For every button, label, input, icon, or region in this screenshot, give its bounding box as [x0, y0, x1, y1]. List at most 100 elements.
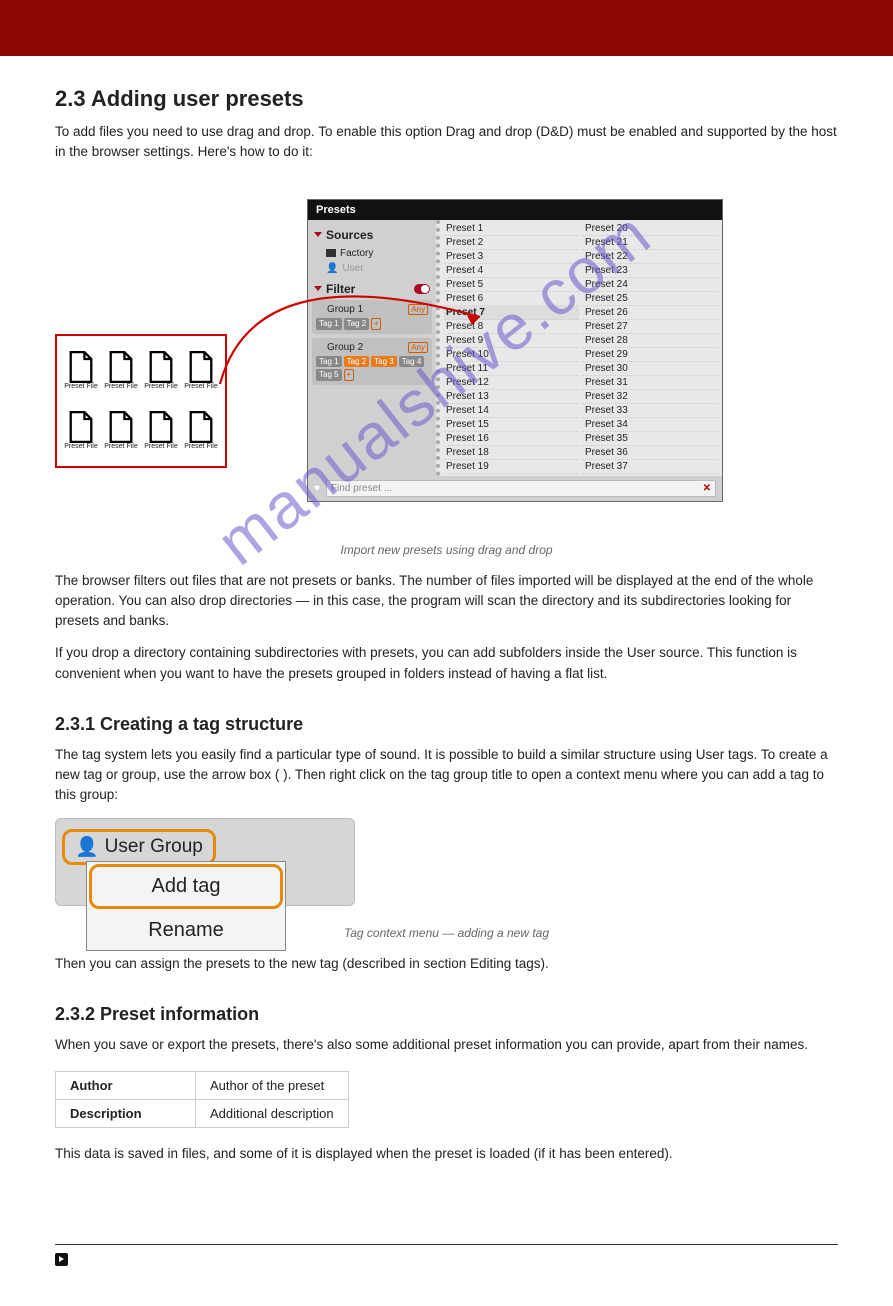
preset-item[interactable]: Preset 34 — [583, 418, 718, 432]
filter-label: Filter — [326, 282, 355, 296]
preset-item[interactable]: Preset 33 — [583, 404, 718, 418]
preset-file-icon: Preset File — [61, 342, 101, 400]
preset-item[interactable]: Preset 1 — [444, 222, 579, 236]
preset-item[interactable]: Preset 30 — [583, 362, 718, 376]
preset-file-label: Preset File — [64, 383, 97, 390]
preset-item[interactable]: Preset 31 — [583, 376, 718, 390]
preset-item[interactable]: Preset 20 — [583, 222, 718, 236]
preset-item[interactable]: Preset 11 — [444, 362, 579, 376]
preset-file-icon: Preset File — [181, 342, 221, 400]
preset-item[interactable]: Preset 6 — [444, 292, 579, 306]
preset-item[interactable]: Preset 29 — [583, 348, 718, 362]
preset-item[interactable]: Preset 21 — [583, 236, 718, 250]
preset-item[interactable]: Preset 13 — [444, 390, 579, 404]
preset-info-table: Author Author of the preset Description … — [55, 1071, 349, 1128]
table-row: Description Additional description — [56, 1100, 349, 1128]
folder-icon — [326, 249, 336, 257]
next-page-icon[interactable] — [55, 1253, 68, 1266]
user-group-label[interactable]: 👤 User Group — [62, 829, 216, 865]
preset-item[interactable]: Preset 14 — [444, 404, 579, 418]
preset-item[interactable]: Preset 2 — [444, 236, 579, 250]
preset-item[interactable]: Preset 15 — [444, 418, 579, 432]
info-val: Additional description — [196, 1100, 349, 1128]
preset-file-icon: Preset File — [61, 402, 101, 460]
preset-item[interactable]: Preset 3 — [444, 250, 579, 264]
preset-item[interactable]: Preset 32 — [583, 390, 718, 404]
preset-item[interactable]: Preset 27 — [583, 320, 718, 334]
ctx-rename[interactable]: Rename — [87, 911, 285, 950]
tag[interactable]: Tag 2 — [344, 318, 370, 330]
filter-toggle[interactable] — [414, 284, 430, 294]
factory-label: Factory — [340, 248, 373, 259]
favorite-icon[interactable]: ♥ — [314, 483, 320, 494]
preset-item[interactable]: Preset 5 — [444, 278, 579, 292]
preset-item[interactable]: Preset 22 — [583, 250, 718, 264]
preset-item[interactable]: Preset 35 — [583, 432, 718, 446]
folder-icon — [316, 344, 324, 350]
after-figure-text-1: The browser filters out files that are n… — [55, 571, 838, 632]
preset-file-icon: Preset File — [141, 342, 181, 400]
preset-item[interactable]: Preset 26 — [583, 306, 718, 320]
after-figure-text-2: If you drop a directory containing subdi… — [55, 643, 838, 684]
preset-file-icon: Preset File — [101, 402, 141, 460]
preset-item[interactable]: Preset 9 — [444, 334, 579, 348]
any-badge[interactable]: Any — [408, 304, 428, 315]
after-ctx-text: Then you can assign the presets to the n… — [55, 954, 838, 974]
preset-file-icon: Preset File — [141, 402, 181, 460]
clear-search-icon[interactable]: ✕ — [703, 483, 711, 494]
subsection-title: 2.3.1 Creating a tag structure — [55, 714, 838, 735]
preset-files-box: Preset File Preset File Preset File Pres… — [55, 334, 227, 468]
preset-item[interactable]: Preset 10 — [444, 348, 579, 362]
source-factory[interactable]: Factory — [312, 246, 432, 261]
tag[interactable]: Tag 3 — [371, 356, 397, 367]
info-key: Description — [56, 1100, 196, 1128]
info-val: Author of the preset — [196, 1072, 349, 1100]
preset-item[interactable]: Preset 28 — [583, 334, 718, 348]
preset-item[interactable]: Preset 8 — [444, 320, 579, 334]
preset-item[interactable]: Preset 23 — [583, 264, 718, 278]
context-menu: Add tag Rename — [86, 861, 286, 951]
filter-header[interactable]: Filter — [312, 276, 432, 300]
preset-item[interactable]: Preset 19 — [444, 460, 579, 474]
top-banner — [0, 0, 893, 56]
preset-list[interactable]: Preset 1Preset 20Preset 2Preset 21Preset… — [436, 220, 722, 476]
ctx-add-tag[interactable]: Add tag — [89, 864, 283, 909]
group1-name: Group 1 — [327, 304, 363, 315]
preset-item[interactable]: Preset 7 — [444, 306, 579, 320]
create-tags-text: The tag system lets you easily find a pa… — [55, 747, 828, 803]
source-user[interactable]: 👤 User — [312, 261, 432, 276]
context-menu-figure: 👤 User Group Add tag Rename — [55, 818, 355, 906]
add-tag-button[interactable]: + — [371, 318, 381, 330]
preset-item[interactable]: Preset 12 — [444, 376, 579, 390]
group2-name: Group 2 — [327, 342, 363, 353]
find-preset-input[interactable]: Find preset ... ✕ — [326, 480, 716, 497]
table-row: Author Author of the preset — [56, 1072, 349, 1100]
info-after-text: This data is saved in files, and some of… — [55, 1144, 838, 1164]
tag[interactable]: Tag 2 — [344, 356, 370, 367]
tag[interactable]: Tag 4 — [399, 356, 425, 367]
preset-file-label: Preset File — [104, 383, 137, 390]
import-figure: Preset File Preset File Preset File Pres… — [55, 179, 838, 519]
tag[interactable]: Tag 1 — [316, 356, 342, 367]
preset-item[interactable]: Preset 24 — [583, 278, 718, 292]
user-icon: 👤 — [75, 835, 99, 859]
preset-item[interactable]: Preset 25 — [583, 292, 718, 306]
tag[interactable]: Tag 5 — [316, 369, 342, 381]
caret-down-icon — [314, 286, 322, 291]
preset-file-icon: Preset File — [101, 342, 141, 400]
preset-item[interactable]: Preset 37 — [583, 460, 718, 474]
tag[interactable]: Tag 1 — [316, 318, 342, 330]
preset-item[interactable]: Preset 4 — [444, 264, 579, 278]
user-label: User — [342, 263, 363, 274]
add-tag-button[interactable]: + — [344, 369, 354, 381]
preset-file-label: Preset File — [144, 383, 177, 390]
subsection-title-info: 2.3.2 Preset information — [55, 1004, 838, 1025]
info-key: Author — [56, 1072, 196, 1100]
sources-header[interactable]: Sources — [312, 224, 432, 246]
preset-item[interactable]: Preset 18 — [444, 446, 579, 460]
any-badge[interactable]: Any — [408, 342, 428, 353]
find-placeholder: Find preset ... — [331, 483, 392, 494]
preset-item[interactable]: Preset 16 — [444, 432, 579, 446]
preset-item[interactable]: Preset 36 — [583, 446, 718, 460]
section-title: 2.3 Adding user presets — [55, 86, 838, 112]
